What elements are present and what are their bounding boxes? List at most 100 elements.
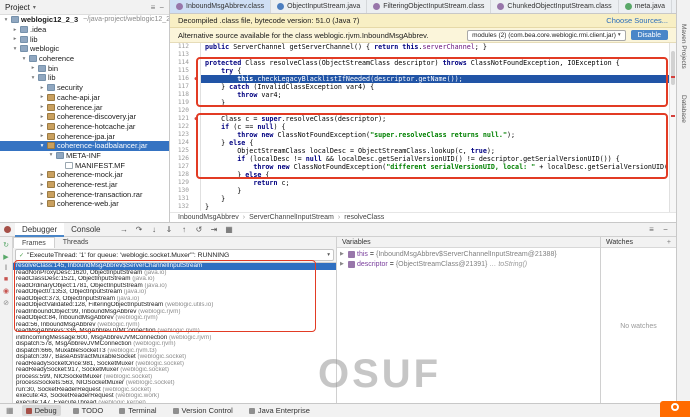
- chevron-down-icon[interactable]: ▾: [30, 75, 36, 81]
- tree-item[interactable]: ▾ coherence-loadbalancer.jar: [0, 140, 169, 151]
- code-line[interactable]: 128 } else {: [170, 171, 676, 179]
- tree-item[interactable]: ▸ coherence-web.jar: [0, 199, 169, 209]
- tree-item[interactable]: ▾ weblogic: [0, 44, 169, 54]
- tree-item[interactable]: ▸ coherence-jpa.jar: [0, 131, 169, 141]
- code-line[interactable]: 129 return c;: [170, 179, 676, 187]
- drop-frame-icon[interactable]: ↺: [195, 225, 204, 234]
- code-line[interactable]: 114 protected Class resolveClass(ObjectSt…: [170, 59, 676, 67]
- tool-windows-icon[interactable]: ▦: [6, 406, 14, 415]
- tree-item[interactable]: ▾ coherence: [0, 54, 169, 64]
- tab-console[interactable]: Console: [64, 223, 107, 237]
- breakpoint-icon[interactable]: ●: [192, 75, 201, 83]
- tab-frames[interactable]: Frames: [13, 237, 55, 248]
- toolwindow-button-java-enterprise[interactable]: Java Enterprise: [245, 405, 314, 416]
- tree-item[interactable]: ▸ security: [0, 83, 169, 93]
- chevron-right-icon[interactable]: ▸: [39, 133, 45, 139]
- error-stripe-mark[interactable]: [671, 76, 675, 78]
- tree-item[interactable]: MANIFEST.MF: [0, 160, 169, 170]
- module-select[interactable]: modules (2) (com.bea.core.weblogic.rmi.c…: [467, 29, 626, 41]
- tree-item[interactable]: ▸ .idea: [0, 25, 169, 35]
- chevron-down-icon[interactable]: ▾: [33, 4, 36, 11]
- chevron-down-icon[interactable]: ▾: [3, 17, 9, 23]
- force-step-into-icon[interactable]: ⇓: [165, 225, 174, 234]
- step-into-icon[interactable]: ↓: [150, 225, 159, 234]
- code-line[interactable]: 120: [170, 107, 676, 115]
- chevron-down-icon[interactable]: ▾: [12, 46, 18, 52]
- toolwindow-button-version-control[interactable]: Version Control: [169, 405, 237, 416]
- code-editor[interactable]: 112 public ServerChannel getServerChannel…: [170, 43, 676, 212]
- code-line[interactable]: 115 try {: [170, 67, 676, 75]
- variable-tostring-hint[interactable]: … toString(): [489, 261, 527, 268]
- tree-item[interactable]: ▸ coherence-rest.jar: [0, 180, 169, 190]
- tree-item[interactable]: ▸ coherence-hotcache.jar: [0, 122, 169, 132]
- chevron-right-icon[interactable]: ▸: [12, 36, 18, 42]
- editor-tab[interactable]: ObjectInputStream.java: [271, 0, 368, 13]
- tree-item[interactable]: ▸ cache-api.jar: [0, 93, 169, 103]
- chevron-right-icon[interactable]: ▸: [39, 172, 45, 178]
- editor-tab[interactable]: FilteringObjectInputStream.class: [367, 0, 492, 13]
- tree-item[interactable]: ▾ weblogic12_2_3 ~/java-project/weblogic12…: [0, 15, 169, 25]
- code-line[interactable]: 123 throw new ClassNotFoundException("su…: [170, 131, 676, 139]
- editor-scrollbar[interactable]: [669, 43, 676, 212]
- toolwindow-button-todo[interactable]: TODO: [69, 405, 108, 416]
- hide-icon[interactable]: −: [661, 225, 670, 234]
- code-line[interactable]: 131 }: [170, 195, 676, 203]
- rerun-button[interactable]: ↻: [3, 241, 9, 249]
- stop-button[interactable]: ■: [4, 276, 8, 283]
- add-watch-icon[interactable]: +: [667, 237, 676, 247]
- code-line[interactable]: 117 } catch (InvalidClassException var4)…: [170, 83, 676, 91]
- chevron-down-icon[interactable]: ▾: [48, 152, 54, 158]
- code-line[interactable]: 130 }: [170, 187, 676, 195]
- chevron-down-icon[interactable]: ▾: [21, 56, 27, 62]
- chevron-right-icon[interactable]: ▶: [340, 261, 346, 267]
- choose-sources-link[interactable]: Choose Sources...: [606, 16, 668, 25]
- resume-button[interactable]: ▶: [3, 253, 8, 261]
- scrollbar-thumb[interactable]: [671, 51, 675, 85]
- evaluate-expression-icon[interactable]: ▦: [225, 225, 234, 234]
- settings-icon[interactable]: ≡: [151, 3, 156, 12]
- code-line[interactable]: 125 ObjectStreamClass localDesc = Object…: [170, 147, 676, 155]
- tree-item[interactable]: ▸ lib: [0, 34, 169, 44]
- chevron-right-icon[interactable]: ▸: [39, 104, 45, 110]
- thread-selector[interactable]: ✓ "ExecuteThread: '1' for queue: 'weblog…: [15, 249, 334, 261]
- editor-tab[interactable]: InboundMsgAbbrev.class: [170, 0, 272, 13]
- show-execution-point-icon[interactable]: →: [120, 225, 129, 234]
- tree-item[interactable]: ▸ coherence-discovery.jar: [0, 112, 169, 122]
- code-line[interactable]: 121 ● Class c = super.resolveClass(descri…: [170, 115, 676, 123]
- chevron-right-icon[interactable]: ▸: [30, 65, 36, 71]
- variable-row[interactable]: ▶ this = {InboundMsgAbbrev$ServerChannelI…: [337, 249, 600, 259]
- tree-item[interactable]: ▾ lib: [0, 73, 169, 83]
- code-line[interactable]: 126 if (localDesc != null && localDesc.g…: [170, 155, 676, 163]
- chevron-right-icon[interactable]: ▸: [39, 94, 45, 100]
- chevron-right-icon[interactable]: ▸: [39, 85, 45, 91]
- tree-item[interactable]: ▸ coherence-mock.jar: [0, 170, 169, 180]
- breakpoint-icon[interactable]: ●: [192, 115, 201, 123]
- tree-item[interactable]: ▸ coherence.jar: [0, 102, 169, 112]
- breadcrumb-item[interactable]: ServerChannelInputStream: [249, 214, 334, 221]
- tab-threads[interactable]: Threads: [55, 237, 97, 248]
- toolwindow-button-database[interactable]: Database: [680, 95, 687, 123]
- code-line[interactable]: 132}: [170, 203, 676, 211]
- tree-item[interactable]: ▸ bin: [0, 63, 169, 73]
- code-line[interactable]: 124 } else {: [170, 139, 676, 147]
- toolwindow-button-terminal[interactable]: Terminal: [115, 405, 160, 416]
- pause-button[interactable]: ‖: [5, 265, 8, 272]
- tab-debugger[interactable]: Debugger: [15, 222, 65, 237]
- view-breakpoints-button[interactable]: ◉: [3, 287, 9, 295]
- chevron-right-icon[interactable]: ▸: [39, 182, 45, 188]
- breadcrumb-item[interactable]: resolveClass: [344, 214, 384, 221]
- run-to-cursor-icon[interactable]: ⇥: [210, 225, 219, 234]
- step-out-icon[interactable]: ↑: [180, 225, 189, 234]
- toolwindow-button-maven-projects[interactable]: Maven Projects: [680, 24, 687, 69]
- breadcrumb-item[interactable]: InboundMsgAbbrev: [178, 214, 239, 221]
- hide-icon[interactable]: −: [159, 3, 164, 12]
- settings-icon[interactable]: ≡: [647, 225, 656, 234]
- code-line[interactable]: 113: [170, 51, 676, 59]
- editor-tab[interactable]: ChunkedObjectInputStream.class: [491, 0, 619, 13]
- tree-item[interactable]: ▸ coherence-transaction.rar: [0, 189, 169, 199]
- chevron-right-icon[interactable]: ▸: [39, 123, 45, 129]
- chevron-right-icon[interactable]: ▸: [39, 114, 45, 120]
- step-over-icon[interactable]: ↷: [135, 225, 144, 234]
- chevron-right-icon[interactable]: ▸: [39, 201, 45, 207]
- code-line[interactable]: 116 ● this.checkLegacyBlacklistIfNeeded(d…: [170, 75, 676, 83]
